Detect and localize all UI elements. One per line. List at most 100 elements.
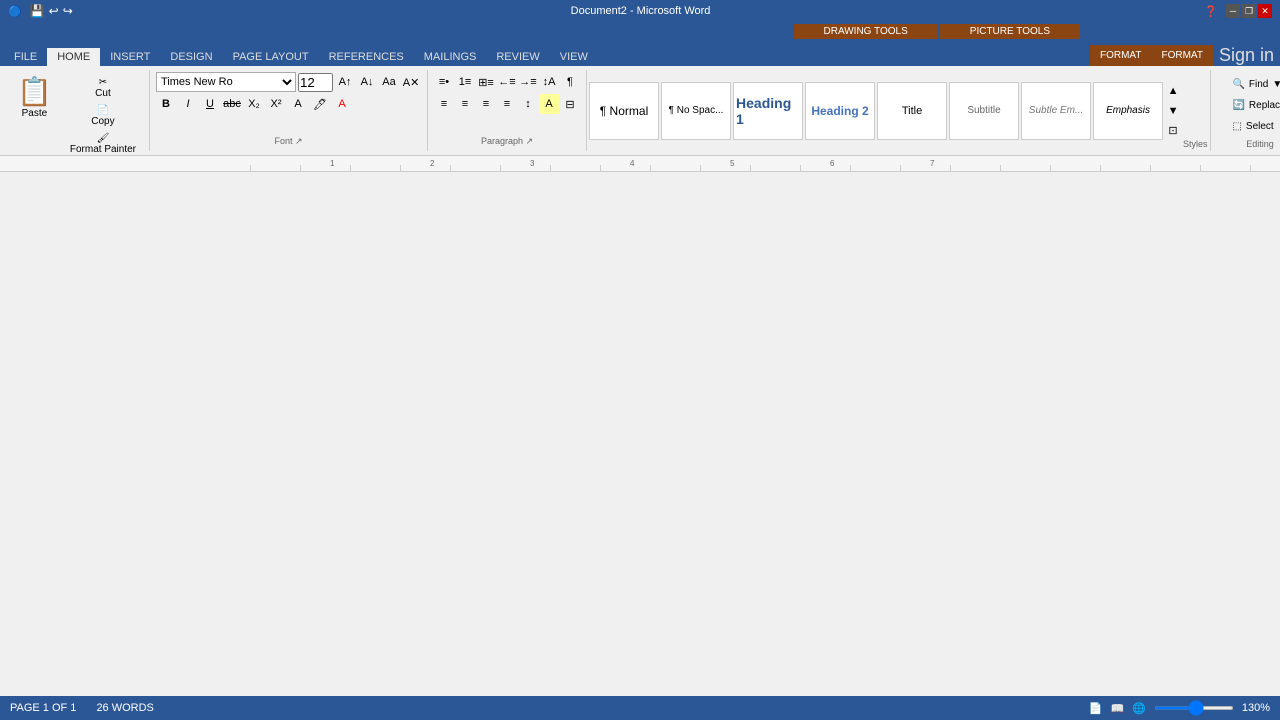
align-center-button[interactable]: ≡ (455, 94, 475, 114)
numbering-button[interactable]: 1≡ (455, 72, 475, 92)
status-right: 📄 📖 🌐 130% (1089, 702, 1270, 715)
style-no-spacing-preview: ¶ No Spac... (669, 105, 724, 116)
strikethrough-button[interactable]: abc (222, 94, 242, 114)
restore-button[interactable]: ❐ (1242, 4, 1256, 18)
styles-more[interactable]: ⊡ (1163, 121, 1183, 141)
tab-home[interactable]: HOME (47, 48, 100, 66)
replace-icon: 🔄 (1232, 100, 1244, 111)
zoom-slider[interactable] (1154, 706, 1234, 710)
search-icon: 🔍 (1232, 79, 1244, 90)
ribbon-tabs: FILE HOME INSERT DESIGN PAGE LAYOUT REFE… (0, 40, 1280, 66)
align-left-button[interactable]: ≡ (434, 94, 454, 114)
tab-mailings[interactable]: MAILINGS (414, 48, 487, 66)
view-web-icon[interactable]: 🌐 (1132, 702, 1146, 715)
picture-tools-label: PICTURE TOOLS (940, 24, 1080, 39)
text-highlight-button[interactable]: 🖊 (310, 94, 330, 114)
format-painter-icon: 🖌 (97, 133, 110, 144)
format-painter-button[interactable]: 🖌 Format Painter (65, 130, 141, 158)
italic-button[interactable]: I (178, 94, 198, 114)
select-label: Select (1246, 121, 1274, 132)
title-bar-icon-undo[interactable]: ↩ (49, 4, 59, 18)
sort-button[interactable]: ↕A (539, 72, 559, 92)
style-subtle-em[interactable]: Subtle Em... (1021, 82, 1091, 140)
text-effects-button[interactable]: A (288, 94, 308, 114)
select-icon: ⬚ (1232, 121, 1241, 132)
styles-scroll-up[interactable]: ▲ (1163, 81, 1183, 101)
status-left: PAGE 1 OF 1 26 WORDS (10, 702, 1089, 714)
tab-drawing-format[interactable]: FORMAT (1090, 45, 1151, 66)
paste-button[interactable]: 📋 Paste (8, 72, 61, 160)
decrease-indent-button[interactable]: ←≡ (497, 72, 517, 92)
tab-file[interactable]: FILE (4, 48, 47, 66)
word-count: 26 WORDS (96, 702, 153, 714)
document-title: Document2 - Microsoft Word (77, 5, 1205, 17)
style-normal[interactable]: ¶ Normal (589, 82, 659, 140)
style-subtitle[interactable]: Subtitle (949, 82, 1019, 140)
tab-picture-format[interactable]: FORMAT (1151, 45, 1212, 66)
style-emphasis-preview: Emphasis (1106, 105, 1150, 116)
cut-button[interactable]: ✂ Cut (65, 74, 141, 102)
clear-formatting-button[interactable]: A✕ (401, 72, 421, 92)
copy-button[interactable]: 📄 Copy (65, 102, 141, 130)
tab-review[interactable]: REVIEW (486, 48, 549, 66)
zoom-level: 130% (1242, 702, 1270, 714)
align-right-button[interactable]: ≡ (476, 94, 496, 114)
status-bar: PAGE 1 OF 1 26 WORDS 📄 📖 🌐 130% (0, 696, 1280, 720)
tab-view[interactable]: VIEW (550, 48, 598, 66)
font-size-input[interactable] (298, 73, 333, 92)
font-label: Font ↗ (274, 136, 302, 149)
style-emphasis[interactable]: Emphasis (1093, 82, 1163, 140)
borders-button[interactable]: ⊟ (560, 94, 580, 114)
font-name-select[interactable]: Times New Ro (156, 72, 296, 92)
style-heading2[interactable]: Heading 2 (805, 82, 875, 140)
select-button[interactable]: ⬚ Select ▼ (1227, 118, 1280, 135)
tab-insert[interactable]: INSERT (100, 48, 160, 66)
find-button[interactable]: 🔍 Find ▼ (1227, 76, 1280, 93)
paragraph-label: Paragraph ↗ (481, 136, 533, 149)
show-hide-button[interactable]: ¶ (560, 72, 580, 92)
style-heading1[interactable]: Heading 1 (733, 82, 803, 140)
copy-icon: 📄 (97, 105, 109, 116)
superscript-button[interactable]: X² (266, 94, 286, 114)
view-reading-icon[interactable]: 📖 (1110, 702, 1124, 715)
style-heading2-preview: Heading 2 (811, 104, 868, 118)
help-icon[interactable]: ❓ (1204, 5, 1218, 18)
justify-button[interactable]: ≡ (497, 94, 517, 114)
subscript-button[interactable]: X₂ (244, 94, 264, 114)
bold-button[interactable]: B (156, 94, 176, 114)
font-color-button[interactable]: A (332, 94, 352, 114)
styles-scroll-down[interactable]: ▼ (1163, 101, 1183, 121)
sign-in-button[interactable]: Sign in (1213, 45, 1280, 66)
tab-page-layout[interactable]: PAGE LAYOUT (223, 48, 319, 66)
bullets-button[interactable]: ≡• (434, 72, 454, 92)
app-icon: 🔵 (8, 5, 22, 18)
underline-button[interactable]: U (200, 94, 220, 114)
tab-references[interactable]: REFERENCES (319, 48, 414, 66)
style-no-spacing[interactable]: ¶ No Spac... (661, 82, 731, 140)
editing-group: 🔍 Find ▼ 🔄 Replace ⬚ Select ▼ Editing (1211, 70, 1280, 151)
format-painter-label: Format Painter (70, 144, 136, 155)
styles-label: Styles (1183, 139, 1208, 149)
cut-label: Cut (95, 88, 111, 99)
style-subtitle-preview: Subtitle (967, 105, 1000, 116)
change-case-button[interactable]: Aa (379, 72, 399, 92)
find-dropdown-icon: ▼ (1272, 79, 1280, 90)
increase-font-button[interactable]: A↑ (335, 72, 355, 92)
close-button[interactable]: ✕ (1258, 4, 1272, 18)
line-spacing-button[interactable]: ↕ (518, 94, 538, 114)
decrease-font-button[interactable]: A↓ (357, 72, 377, 92)
title-bar-icon-redo[interactable]: ↪ (63, 4, 73, 18)
minimize-button[interactable]: ─ (1226, 4, 1240, 18)
replace-button[interactable]: 🔄 Replace (1227, 97, 1280, 114)
tab-design[interactable]: DESIGN (160, 48, 222, 66)
copy-label: Copy (91, 116, 114, 127)
page-indicator: PAGE 1 OF 1 (10, 702, 76, 714)
title-bar-icon-save[interactable]: 💾 (30, 4, 45, 18)
view-print-icon[interactable]: 📄 (1089, 702, 1103, 715)
shading-button[interactable]: A (539, 94, 559, 114)
increase-indent-button[interactable]: →≡ (518, 72, 538, 92)
multilevel-list-button[interactable]: ⊞≡ (476, 72, 496, 92)
ruler: 1 2 3 4 5 6 7 (0, 156, 1280, 172)
paste-label: Paste (22, 108, 48, 119)
style-title[interactable]: Title (877, 82, 947, 140)
